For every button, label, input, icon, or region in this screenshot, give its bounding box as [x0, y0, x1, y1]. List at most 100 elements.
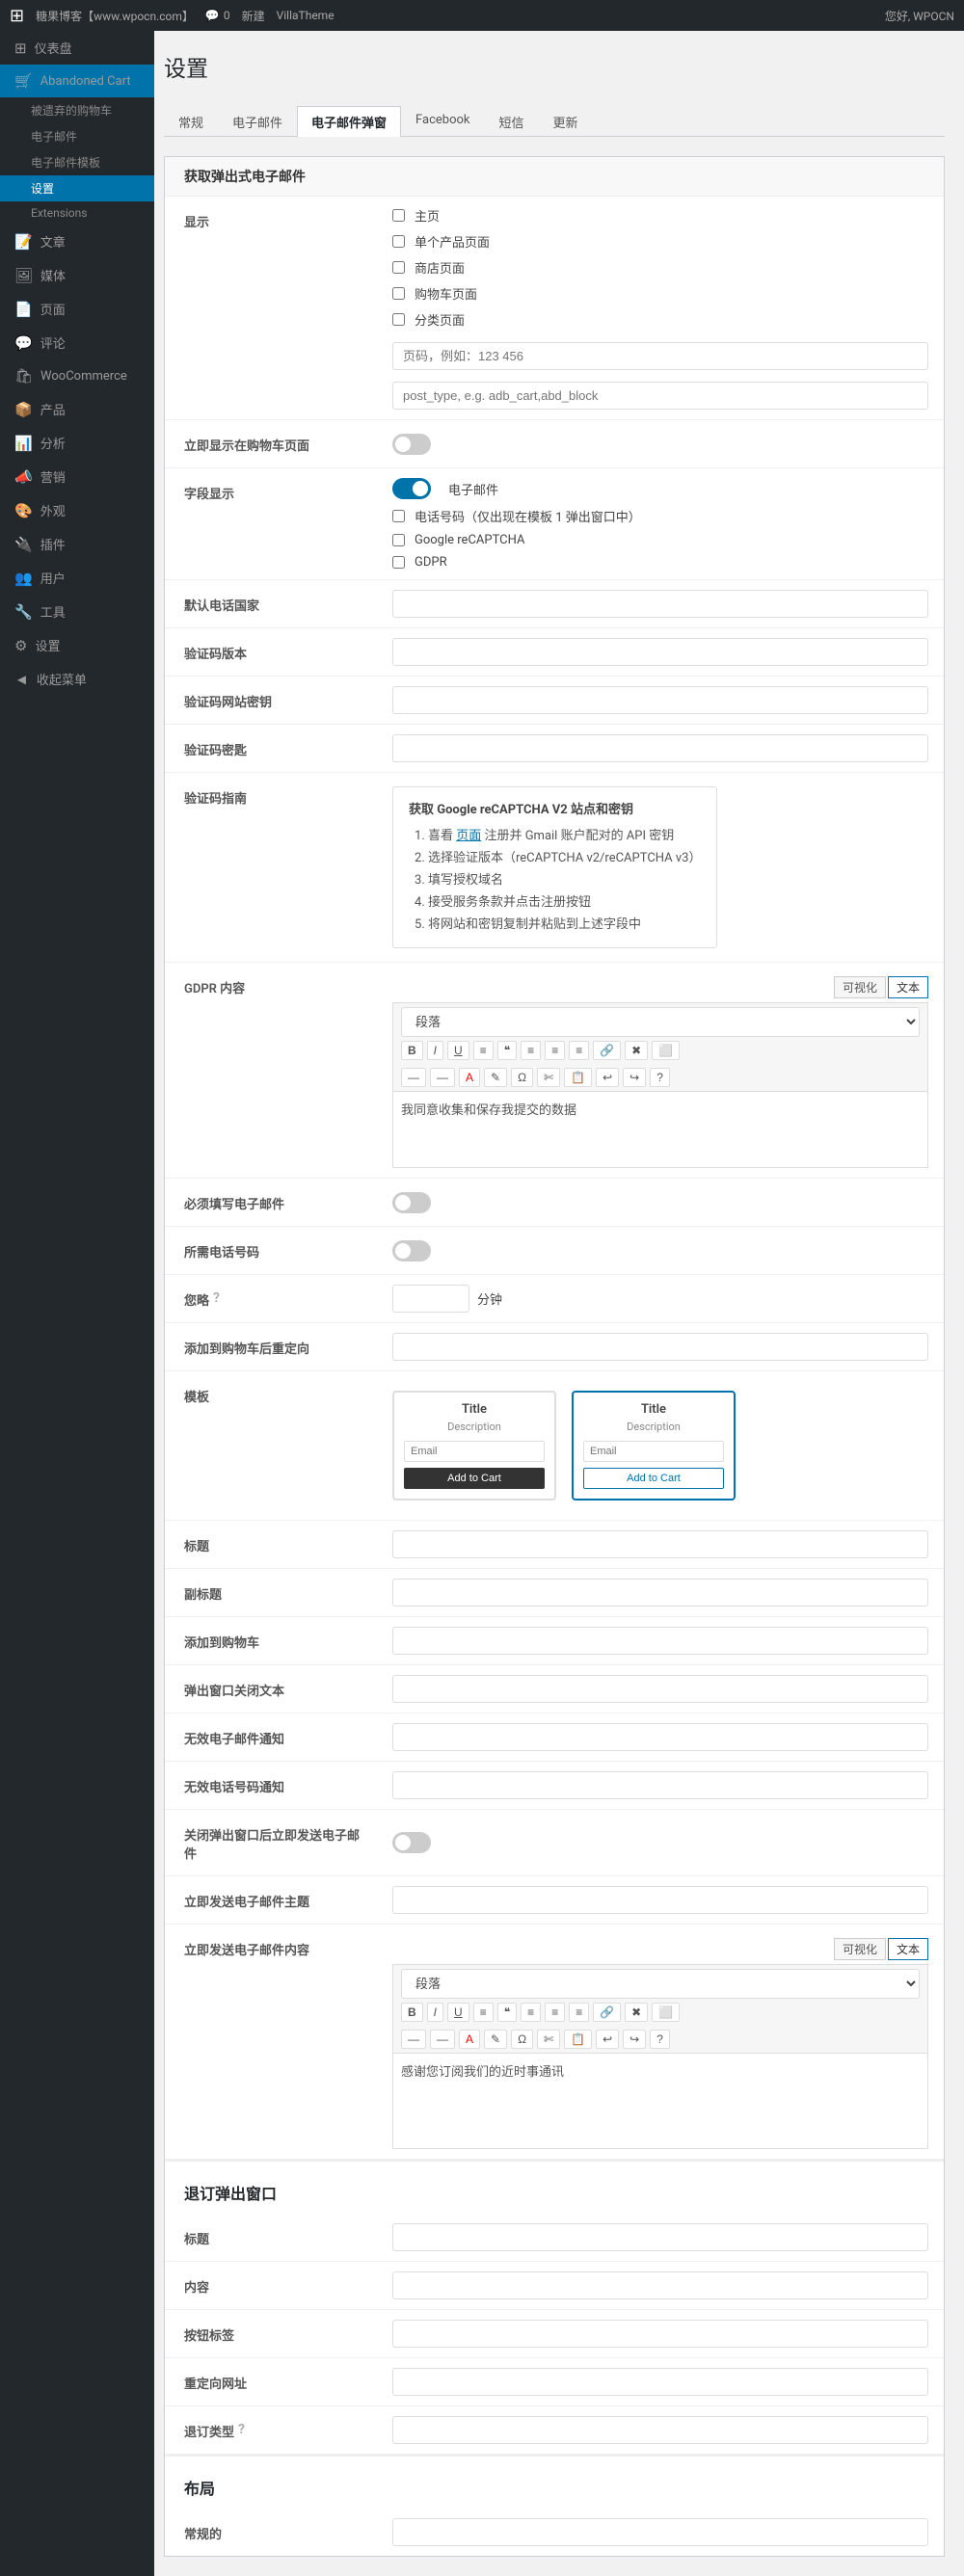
- template-card-2[interactable]: Title Description Add to Cart: [572, 1391, 736, 1500]
- instant-hr2-btn[interactable]: —: [430, 2030, 455, 2049]
- tab-sms[interactable]: 短信: [485, 106, 539, 137]
- sidebar-item-settings[interactable]: ⚙ 设置: [0, 628, 154, 662]
- gdpr-bold-btn[interactable]: B: [401, 1041, 423, 1060]
- layout-field-input[interactable]: [392, 2518, 928, 2546]
- checkbox-homepage[interactable]: [392, 209, 405, 222]
- instant-color-btn[interactable]: A: [459, 2030, 480, 2049]
- sidebar-item-plugins[interactable]: 🔌 插件: [0, 527, 154, 561]
- gdpr-link-btn[interactable]: 🔗: [593, 1041, 621, 1060]
- instant-editor-area[interactable]: 感谢您订阅我们的近时事通讯: [392, 2053, 928, 2149]
- toggle-email[interactable]: [392, 478, 431, 499]
- gdpr-edit-btn[interactable]: ✎: [484, 1068, 507, 1087]
- subtitle-input[interactable]: 要将此商品加入购物车，请输入您的电子邮件地址。: [392, 1579, 928, 1607]
- sidebar-item-comments[interactable]: 💬 评论: [0, 326, 154, 359]
- redirect-input[interactable]: 无重定向: [392, 1333, 928, 1361]
- gdpr-align-left-btn[interactable]: ≡: [521, 1041, 541, 1060]
- checkbox-single[interactable]: [392, 235, 405, 248]
- tab-facebook[interactable]: Facebook: [401, 106, 484, 137]
- captcha-site-key-input[interactable]: [392, 686, 928, 714]
- sidebar-sub-template[interactable]: 电子邮件模板: [0, 149, 154, 175]
- gdpr-redo-btn[interactable]: ↪: [623, 1068, 646, 1087]
- invalid-phone-input[interactable]: 您的电话号码无效。: [392, 1771, 928, 1799]
- gdpr-list-btn[interactable]: ≡: [473, 1041, 494, 1060]
- sidebar-item-users[interactable]: 👥 用户: [0, 561, 154, 595]
- sidebar-item-abandoned-cart[interactable]: 🛒 Abandoned Cart: [0, 65, 154, 97]
- toggle-show-cart[interactable]: [392, 434, 431, 455]
- gdpr-format-select[interactable]: 段落: [401, 1007, 920, 1037]
- instant-paste-btn[interactable]: 📋: [564, 2030, 592, 2049]
- sidebar-sub-settings[interactable]: 设置: [0, 175, 154, 201]
- gdpr-color-btn[interactable]: A: [459, 1068, 480, 1087]
- gdpr-vis-btn[interactable]: 可视化: [834, 976, 886, 998]
- sidebar-item-products[interactable]: 📦 产品: [0, 392, 154, 426]
- sidebar-sub-abandoned[interactable]: 被遗弃的购物车: [0, 97, 154, 123]
- gdpr-undo-btn[interactable]: ↩: [596, 1068, 619, 1087]
- checkbox-shop[interactable]: [392, 261, 405, 274]
- gdpr-cut-btn[interactable]: ✄: [537, 1068, 560, 1087]
- gdpr-unlink-btn[interactable]: ✖: [625, 1041, 648, 1060]
- sidebar-sub-email[interactable]: 电子邮件: [0, 123, 154, 149]
- sidebar-sub-extensions[interactable]: Extensions: [0, 201, 154, 225]
- sidebar-item-tools[interactable]: 🔧 工具: [0, 595, 154, 628]
- sidebar-item-pages[interactable]: 📄 页面: [0, 292, 154, 326]
- instant-undo-btn[interactable]: ↩: [596, 2030, 619, 2049]
- post-type-input[interactable]: [392, 382, 928, 410]
- checkbox-category[interactable]: [392, 313, 405, 326]
- instant-link-btn[interactable]: 🔗: [593, 2003, 621, 2022]
- instant-italic-btn[interactable]: I: [427, 2003, 443, 2022]
- instant-format-select[interactable]: 段落: [401, 1969, 920, 1999]
- tab-more[interactable]: 更新: [539, 106, 593, 137]
- gdpr-align-center-btn[interactable]: ≡: [545, 1041, 565, 1060]
- tab-popup[interactable]: 电子邮件弹窗: [297, 106, 401, 137]
- tab-email[interactable]: 电子邮件: [218, 106, 297, 137]
- checkbox-cart[interactable]: [392, 287, 405, 300]
- gdpr-text-btn[interactable]: 文本: [888, 976, 928, 998]
- sidebar-item-media[interactable]: 🖼 媒体: [0, 258, 154, 292]
- exit-redirect-input[interactable]: [392, 2368, 928, 2396]
- gdpr-fullscreen-btn[interactable]: ⬜: [652, 1041, 680, 1060]
- instant-cut-btn[interactable]: ✄: [537, 2030, 560, 2049]
- instant-align-right-btn[interactable]: ≡: [569, 2003, 589, 2022]
- instant-help-btn[interactable]: ?: [650, 2030, 670, 2049]
- default-country-input[interactable]: By locate IP: [392, 590, 928, 618]
- template-1-email-input[interactable]: [404, 1441, 545, 1462]
- template-1-add-btn[interactable]: Add to Cart: [404, 1468, 545, 1489]
- gdpr-underline-btn[interactable]: U: [447, 1041, 469, 1060]
- sidebar-item-collapse[interactable]: ◄ 收起菜单: [0, 662, 154, 696]
- gdpr-italic-btn[interactable]: I: [427, 1041, 443, 1060]
- new-item[interactable]: 新建: [242, 8, 265, 24]
- template-2-email-input[interactable]: [583, 1441, 724, 1462]
- gdpr-editor-area[interactable]: 我同意收集和保存我提交的数据: [392, 1091, 928, 1168]
- comment-count[interactable]: 💬 0: [205, 9, 230, 22]
- template-card-1[interactable]: Title Description Add to Cart: [392, 1391, 556, 1500]
- instant-underline-btn[interactable]: U: [447, 2003, 469, 2022]
- gdpr-align-right-btn[interactable]: ≡: [569, 1041, 589, 1060]
- instant-align-center-btn[interactable]: ≡: [545, 2003, 565, 2022]
- checkbox-captcha[interactable]: [392, 534, 405, 546]
- sidebar-item-dashboard[interactable]: ⊞ 仪表盘: [0, 31, 154, 65]
- invalid-email-input[interactable]: 您的电子邮件无效。: [392, 1723, 928, 1751]
- site-name[interactable]: 糖果博客【www.wpocn.com】: [36, 8, 194, 24]
- sidebar-item-posts[interactable]: 📝 文章: [0, 225, 154, 258]
- toggle-required-email[interactable]: [392, 1192, 431, 1213]
- exit-type-input[interactable]: 当前放弃的购物车: [392, 2416, 928, 2444]
- instant-align-left-btn[interactable]: ≡: [521, 2003, 541, 2022]
- delay-input[interactable]: 60: [392, 1285, 469, 1313]
- template-2-add-btn[interactable]: Add to Cart: [583, 1468, 724, 1489]
- exit-content-input[interactable]: 您已成功退订我们的购物车放弃提醒邮件。: [392, 2271, 928, 2299]
- captcha-version-input[interactable]: reCAPTCHA v2: [392, 638, 928, 666]
- sidebar-item-marketing[interactable]: 📣 营销: [0, 460, 154, 493]
- toggle-close-send[interactable]: [392, 1832, 431, 1853]
- checkbox-phone[interactable]: [392, 510, 405, 522]
- villa-theme[interactable]: VillaTheme: [277, 9, 335, 22]
- close-text-input[interactable]: [392, 1675, 928, 1703]
- exit-button-input[interactable]: 立即购买: [392, 2320, 928, 2348]
- instant-quote-btn[interactable]: ❝: [497, 2003, 517, 2022]
- exit-title-input[interactable]: 退订请求: [392, 2223, 928, 2251]
- instant-text-btn[interactable]: 文本: [888, 1938, 928, 1960]
- instant-omega-btn[interactable]: Ω: [511, 2030, 533, 2049]
- toggle-required-phone[interactable]: [392, 1240, 431, 1261]
- sidebar-item-analytics[interactable]: 📊 分析: [0, 426, 154, 460]
- instant-subject-input[interactable]: 感谢您访问: [392, 1886, 928, 1914]
- instant-list-btn[interactable]: ≡: [473, 2003, 494, 2022]
